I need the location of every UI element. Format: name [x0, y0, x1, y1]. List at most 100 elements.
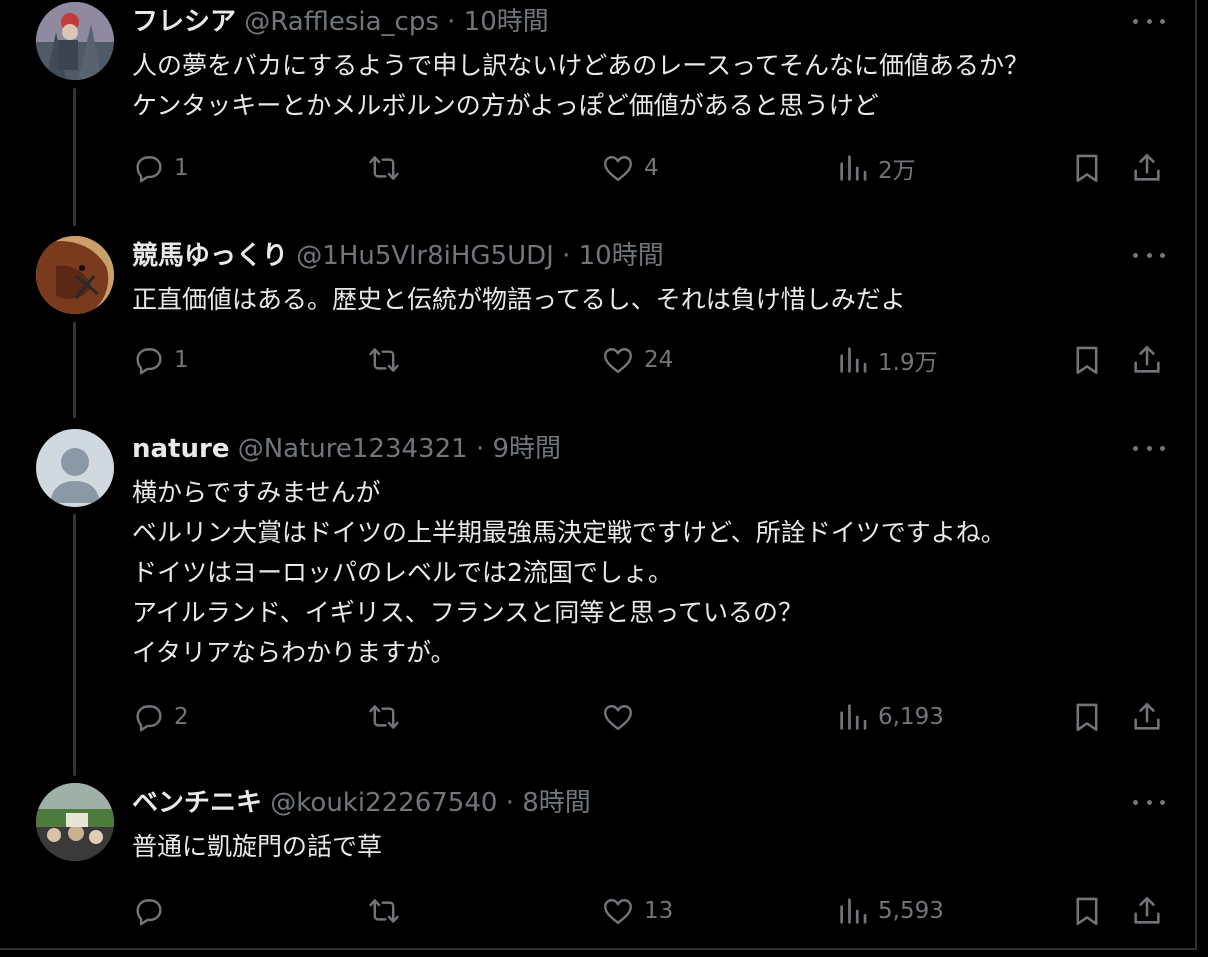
action-bar: 1 24 1.9万	[0, 340, 1197, 380]
bookmark-button[interactable]	[1070, 697, 1104, 737]
separator: ·	[505, 788, 514, 818]
like-button[interactable]: 4	[600, 148, 659, 188]
share-icon	[1134, 153, 1160, 181]
tweet-text: 横からですみませんが ベルリン大賞はドイツの上半期最強馬決定戦ですけど、所詮ドイ…	[132, 473, 1006, 673]
retweet-button[interactable]	[366, 340, 410, 380]
like-button[interactable]: 24	[600, 340, 673, 380]
share-icon	[1134, 702, 1160, 730]
bookmark-icon	[1076, 703, 1098, 732]
reply-count: 1	[174, 155, 189, 181]
avatar[interactable]	[36, 429, 114, 507]
views-button[interactable]: 5,593	[836, 891, 944, 931]
bookmark-button[interactable]	[1070, 340, 1104, 380]
like-count: 24	[644, 347, 674, 373]
tweet-text: 正直価値はある。歴史と伝統が物語ってるし、それは負け惜しみだよ	[132, 280, 906, 320]
bookmark-button[interactable]	[1070, 148, 1104, 188]
share-button[interactable]	[1130, 148, 1164, 188]
share-button[interactable]	[1130, 891, 1164, 931]
retweet-icon	[369, 156, 399, 180]
bookmark-icon	[1076, 897, 1098, 926]
display-name[interactable]: 競馬ゆっくり	[132, 241, 288, 271]
avatar[interactable]	[36, 2, 114, 80]
tweet-header: フレシア @Rafflesia_cps · 10時間	[132, 6, 549, 38]
views-button[interactable]: 2万	[836, 148, 916, 188]
action-bar: 13 5,593	[0, 891, 1197, 931]
views-chart-icon	[840, 704, 867, 730]
avatar[interactable]	[36, 236, 114, 314]
retweet-button[interactable]	[366, 697, 410, 737]
timestamp[interactable]: 9時間	[492, 434, 561, 464]
bookmark-icon	[1076, 154, 1098, 183]
avatar[interactable]	[36, 783, 114, 861]
user-handle[interactable]: @kouki22267540	[270, 788, 497, 818]
tweet-text: 人の夢をバカにするようで申し訳ないけどあのレースってそんなに価値あるか？ ケンタ…	[132, 46, 1029, 126]
heart-icon	[604, 156, 632, 181]
heart-icon	[604, 705, 632, 730]
like-count: 4	[644, 155, 659, 181]
timestamp[interactable]: 10時間	[579, 241, 664, 271]
display-name[interactable]: フレシア	[132, 7, 236, 37]
separator: ·	[475, 434, 485, 464]
tweet-line: 横からですみませんが	[132, 478, 381, 507]
more-icon[interactable]	[1133, 16, 1165, 26]
heart-icon	[604, 899, 632, 924]
retweet-icon	[369, 348, 399, 372]
reply-count: 1	[174, 347, 189, 373]
tweet-line: 普通に凱旋門の話で草	[132, 832, 383, 861]
view-count: 2万	[878, 158, 916, 184]
views-button[interactable]: 1.9万	[836, 340, 938, 380]
more-icon[interactable]	[1133, 250, 1165, 260]
views-chart-icon	[840, 898, 867, 924]
share-button[interactable]	[1130, 340, 1164, 380]
separator: ·	[562, 241, 571, 271]
views-button[interactable]: 6,193	[836, 697, 944, 737]
timestamp[interactable]: 10時間	[464, 7, 549, 37]
more-icon[interactable]	[1133, 797, 1165, 807]
share-icon	[1134, 896, 1160, 924]
like-count: 13	[644, 898, 674, 924]
tweet-header: nature @Nature1234321 · 9時間	[132, 433, 561, 465]
reply-button[interactable]: 1	[132, 148, 189, 188]
tweet-line: ケンタッキーとかメルボルンの方がよっぽど価値があると思うけど	[132, 91, 879, 120]
more-icon[interactable]	[1133, 443, 1165, 453]
action-bar: 1 4 2万	[0, 148, 1197, 188]
retweet-icon	[369, 705, 399, 729]
views-chart-icon	[840, 155, 867, 181]
share-button[interactable]	[1130, 697, 1164, 737]
display-name[interactable]: nature	[132, 434, 229, 464]
heart-icon	[604, 348, 632, 373]
retweet-icon	[369, 899, 399, 923]
tweet[interactable]: 競馬ゆっくり @1Hu5Vlr8iHG5UDJ · 10時間 正直価値はある。歴…	[0, 236, 1197, 416]
reply-button[interactable]	[132, 891, 174, 931]
tweet[interactable]: ベンチニキ @kouki22267540 · 8時間 普通に凱旋門の話で草 13…	[0, 783, 1197, 943]
user-handle[interactable]: @Rafflesia_cps	[244, 7, 439, 37]
like-button[interactable]	[600, 697, 644, 737]
retweet-button[interactable]	[366, 148, 410, 188]
reply-button[interactable]: 2	[132, 697, 189, 737]
tweet-line: 正直価値はある。歴史と伝統が物語ってるし、それは負け惜しみだよ	[132, 285, 906, 314]
tweet-line: ベルリン大賞はドイツの上半期最強馬決定戦ですけど、所詮ドイツですよね。	[132, 518, 1006, 547]
user-handle[interactable]: @Nature1234321	[238, 434, 468, 464]
tweet-header: ベンチニキ @kouki22267540 · 8時間	[132, 787, 591, 819]
action-bar: 2 6,193	[0, 697, 1197, 737]
view-count: 6,193	[878, 704, 944, 730]
reply-count: 2	[174, 704, 189, 730]
views-chart-icon	[840, 347, 867, 373]
bookmark-icon	[1076, 346, 1098, 375]
tweet-line: ドイツはヨーロッパのレベルでは2流国でしょ。	[132, 558, 673, 587]
bookmark-button[interactable]	[1070, 891, 1104, 931]
display-name[interactable]: ベンチニキ	[132, 788, 262, 818]
user-handle[interactable]: @1Hu5Vlr8iHG5UDJ	[296, 241, 554, 271]
tweet-line: アイルランド、イギリス、フランスと同等と思っているの？	[132, 598, 804, 627]
retweet-button[interactable]	[366, 891, 410, 931]
tweet[interactable]: フレシア @Rafflesia_cps · 10時間 人の夢をバカにするようで申…	[0, 2, 1197, 222]
timestamp[interactable]: 8時間	[522, 788, 591, 818]
reply-icon	[136, 348, 162, 375]
tweet-line: 人の夢をバカにするようで申し訳ないけどあのレースってそんなに価値あるか？	[132, 51, 1030, 80]
like-button[interactable]: 13	[600, 891, 673, 931]
view-count: 5,593	[878, 898, 944, 924]
share-icon	[1134, 345, 1160, 373]
reply-icon	[136, 705, 162, 732]
reply-button[interactable]: 1	[132, 340, 189, 380]
tweet[interactable]: nature @Nature1234321 · 9時間 横からですみませんが ベ…	[0, 429, 1197, 769]
